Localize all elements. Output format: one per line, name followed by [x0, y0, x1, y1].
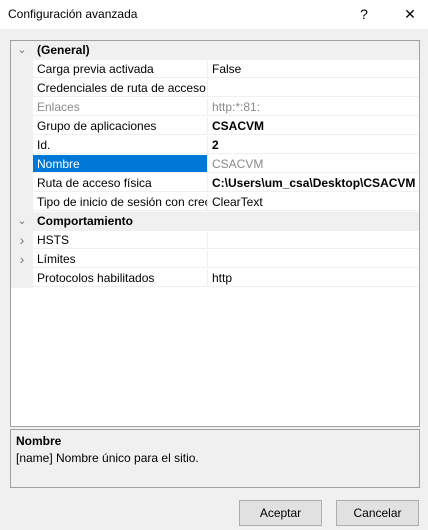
property-name: Nombre: [33, 155, 207, 173]
window-title: Configuración avanzada: [8, 7, 138, 21]
property-name: Enlaces: [33, 98, 207, 116]
property-name: Tipo de inicio de sesión con crec: [33, 193, 207, 211]
property-row[interactable]: › Límites: [11, 250, 419, 269]
property-name: Protocolos habilitados: [33, 269, 207, 287]
help-button[interactable]: ?: [349, 3, 379, 25]
chevron-right-icon[interactable]: ›: [11, 250, 33, 269]
property-row[interactable]: Tipo de inicio de sesión con crec ClearTe…: [11, 193, 419, 212]
chevron-down-icon[interactable]: ⌄: [11, 212, 33, 231]
category-comportamiento[interactable]: ⌄ Comportamiento: [11, 212, 419, 231]
property-value[interactable]: ClearText: [207, 193, 419, 211]
property-row[interactable]: Id. 2: [11, 136, 419, 155]
description-title: Nombre: [16, 434, 62, 448]
property-name: Carga previa activada: [33, 60, 207, 78]
property-name: Grupo de aplicaciones: [33, 117, 207, 135]
property-name: Credenciales de ruta de acceso f: [33, 79, 207, 97]
property-grid: ⌄ (General) Carga previa activada False C…: [10, 40, 420, 427]
property-value[interactable]: 2: [207, 136, 419, 154]
property-value[interactable]: [207, 79, 419, 97]
property-value[interactable]: [207, 231, 419, 249]
category-general[interactable]: ⌄ (General): [11, 41, 419, 60]
property-row[interactable]: Enlaces http:*:81:: [11, 98, 419, 117]
cancel-button[interactable]: Cancelar: [336, 500, 419, 526]
property-row[interactable]: › HSTS: [11, 231, 419, 250]
property-row[interactable]: Credenciales de ruta de acceso f: [11, 79, 419, 98]
property-value[interactable]: [207, 250, 419, 268]
property-name: Ruta de acceso física: [33, 174, 207, 192]
property-name: HSTS: [33, 231, 207, 249]
description-panel: Nombre [name] Nombre único para el sitio…: [10, 429, 420, 488]
property-row-selected[interactable]: Nombre CSACVM: [11, 155, 419, 174]
property-value[interactable]: CSACVM: [207, 117, 419, 135]
chevron-right-icon[interactable]: ›: [11, 231, 33, 250]
property-value[interactable]: http: [207, 269, 419, 287]
title-bar: Configuración avanzada ? ✕: [0, 0, 428, 29]
property-value[interactable]: http:*:81:: [207, 98, 419, 116]
description-text: [name] Nombre único para el sitio.: [16, 451, 199, 465]
property-row[interactable]: Protocolos habilitados http: [11, 269, 419, 288]
property-name: Id.: [33, 136, 207, 154]
ok-button[interactable]: Aceptar: [239, 500, 322, 526]
category-label: (General): [37, 43, 90, 57]
property-value[interactable]: CSACVM: [207, 155, 419, 173]
chevron-down-icon[interactable]: ⌄: [11, 41, 33, 60]
close-button[interactable]: ✕: [395, 3, 425, 25]
property-row[interactable]: Ruta de acceso física C:\Users\um_csa\Des…: [11, 174, 419, 193]
property-row[interactable]: Grupo de aplicaciones CSACVM: [11, 117, 419, 136]
property-value[interactable]: C:\Users\um_csa\Desktop\CSACVM: [207, 174, 419, 192]
property-row[interactable]: Carga previa activada False: [11, 60, 419, 79]
property-name: Límites: [33, 250, 207, 268]
category-label: Comportamiento: [37, 214, 133, 228]
property-value[interactable]: False: [207, 60, 419, 78]
